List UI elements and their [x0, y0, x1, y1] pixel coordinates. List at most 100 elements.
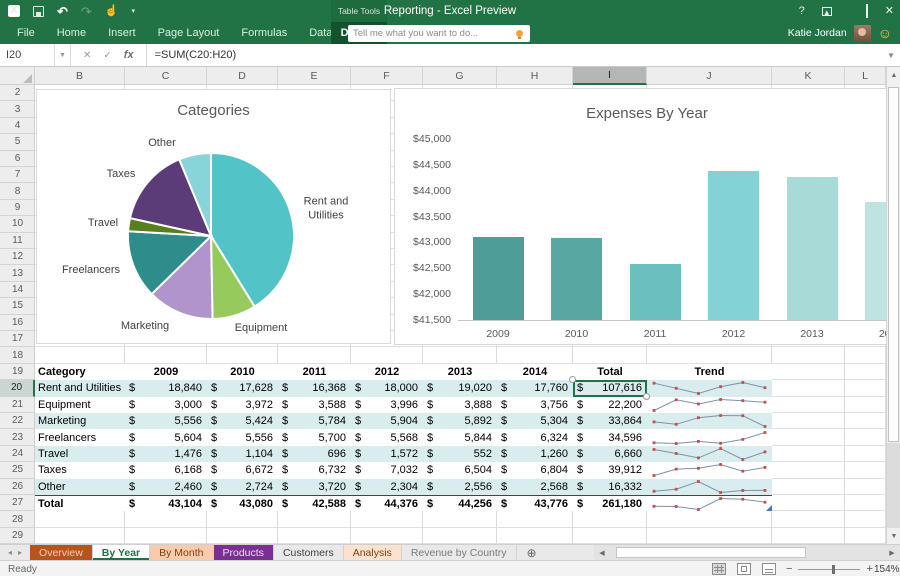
cell-total[interactable]: $22,200: [573, 397, 647, 413]
row-header-14[interactable]: 14: [0, 282, 35, 298]
cell-category[interactable]: Freelancers: [35, 429, 125, 445]
vertical-scroll-thumb[interactable]: [888, 87, 899, 442]
row-header-21[interactable]: 21: [0, 397, 35, 413]
cell-value[interactable]: $2,556: [423, 479, 497, 495]
cell-total[interactable]: $34,596: [573, 429, 647, 445]
cell-value[interactable]: $5,556: [207, 429, 278, 445]
cell-category[interactable]: Marketing: [35, 413, 125, 429]
row-header-22[interactable]: 22: [0, 413, 35, 429]
header-year-2014[interactable]: 2014: [497, 364, 573, 380]
cell-value[interactable]: $3,888: [423, 397, 497, 413]
cell-category[interactable]: Other: [35, 479, 125, 495]
header-trend[interactable]: Trend: [647, 364, 772, 380]
cell-value[interactable]: $3,972: [207, 397, 278, 413]
cell-total[interactable]: $39,912: [573, 462, 647, 478]
help-icon[interactable]: ?: [799, 6, 805, 17]
sheet-tab-revenue-by-country[interactable]: Revenue by Country: [402, 545, 517, 560]
column-header-B[interactable]: B: [35, 67, 125, 85]
cell-total-label[interactable]: Total: [35, 496, 125, 511]
zoom-slider-handle[interactable]: [832, 565, 835, 574]
cell-value[interactable]: $696: [278, 446, 351, 462]
sheet-grid[interactable]: CategoriesRent and UtilitiesEquipmentMar…: [35, 85, 886, 544]
column-header-K[interactable]: K: [772, 67, 845, 85]
row-header-2[interactable]: 2: [0, 85, 35, 101]
row-header-5[interactable]: 5: [0, 134, 35, 150]
header-total[interactable]: Total: [573, 364, 647, 380]
cell-value[interactable]: $1,476: [125, 446, 207, 462]
cell-value[interactable]: $5,844: [423, 429, 497, 445]
column-header-H[interactable]: H: [497, 67, 573, 85]
row-header-20[interactable]: 20: [0, 380, 35, 396]
cell-total-value[interactable]: $43,776: [497, 496, 573, 511]
sheet-tab-by-year[interactable]: By Year: [93, 545, 150, 560]
column-header-G[interactable]: G: [423, 67, 497, 85]
cell-value[interactable]: $6,732: [278, 462, 351, 478]
cell-total[interactable]: $6,660: [573, 446, 647, 462]
row-header-27[interactable]: 27: [0, 495, 35, 511]
cell-value[interactable]: $5,700: [278, 429, 351, 445]
page-break-preview-icon[interactable]: [762, 563, 776, 575]
name-box-dropdown-icon[interactable]: ▼: [55, 44, 71, 66]
cell-value[interactable]: $7,032: [351, 462, 423, 478]
sheet-tab-analysis[interactable]: Analysis: [344, 545, 402, 560]
cell-value[interactable]: $3,588: [278, 397, 351, 413]
user-name[interactable]: Katie Jordan: [788, 27, 847, 39]
zoom-out-icon[interactable]: −: [786, 564, 792, 575]
restore-icon[interactable]: [866, 4, 868, 18]
bar-2012[interactable]: [708, 171, 759, 320]
row-header-10[interactable]: 10: [0, 216, 35, 232]
close-icon[interactable]: ✕: [885, 6, 894, 17]
column-header-D[interactable]: D: [207, 67, 278, 85]
column-header-F[interactable]: F: [351, 67, 423, 85]
normal-view-icon[interactable]: [712, 563, 726, 575]
cell-value[interactable]: $5,904: [351, 413, 423, 429]
cell-value[interactable]: $1,572: [351, 446, 423, 462]
trend-sparkline[interactable]: [647, 397, 772, 413]
cell-value[interactable]: $2,724: [207, 479, 278, 495]
cell-value[interactable]: $6,168: [125, 462, 207, 478]
cancel-icon[interactable]: ✕: [83, 50, 91, 61]
row-header-28[interactable]: 28: [0, 511, 35, 527]
scroll-right-icon[interactable]: ▶: [884, 545, 900, 561]
header-year-2010[interactable]: 2010: [207, 364, 278, 380]
row-header-25[interactable]: 25: [0, 462, 35, 478]
cell-total-value[interactable]: $44,376: [351, 496, 423, 511]
cell-value[interactable]: $2,460: [125, 479, 207, 495]
trend-sparkline[interactable]: [647, 380, 772, 396]
cell-value[interactable]: $2,304: [351, 479, 423, 495]
vertical-scrollbar[interactable]: ▲ ▼: [886, 67, 900, 544]
zoom-in-icon[interactable]: +: [866, 564, 872, 575]
row-header-24[interactable]: 24: [0, 446, 35, 462]
row-header-16[interactable]: 16: [0, 315, 35, 331]
trend-sparkline[interactable]: [647, 429, 772, 445]
selected-cell-outline[interactable]: [573, 380, 647, 396]
column-header-I[interactable]: I: [573, 67, 647, 85]
tab-page-layout[interactable]: Page Layout: [147, 22, 231, 44]
row-header-19[interactable]: 19: [0, 364, 35, 380]
tab-formulas[interactable]: Formulas: [230, 22, 298, 44]
cell-value[interactable]: $6,804: [497, 462, 573, 478]
new-sheet-button[interactable]: ⊕: [517, 545, 547, 560]
trend-sparkline[interactable]: [647, 479, 772, 495]
row-header-11[interactable]: 11: [0, 233, 35, 249]
cell-value[interactable]: $17,628: [207, 380, 278, 396]
avatar[interactable]: [854, 25, 871, 42]
cell-value[interactable]: $5,568: [351, 429, 423, 445]
horizontal-scrollbar[interactable]: ◀ ▶: [594, 544, 900, 560]
table-resize-handle[interactable]: [766, 505, 772, 511]
customize-quick-access-icon[interactable]: ▾: [132, 8, 136, 15]
cell-value[interactable]: $18,840: [125, 380, 207, 396]
formula-input[interactable]: =SUM(C20:H20): [147, 49, 882, 61]
redo-icon[interactable]: ↷: [81, 5, 92, 18]
cell-total[interactable]: $16,332: [573, 479, 647, 495]
cell-value[interactable]: $18,000: [351, 380, 423, 396]
row-header-8[interactable]: 8: [0, 183, 35, 199]
cell-value[interactable]: $5,784: [278, 413, 351, 429]
zoom-slider[interactable]: [798, 569, 860, 570]
header-year-2011[interactable]: 2011: [278, 364, 351, 380]
cell-value[interactable]: $3,000: [125, 397, 207, 413]
cell-value[interactable]: $3,720: [278, 479, 351, 495]
cell-value[interactable]: $6,324: [497, 429, 573, 445]
trend-sparkline[interactable]: [647, 462, 772, 478]
tab-home[interactable]: Home: [46, 22, 97, 44]
